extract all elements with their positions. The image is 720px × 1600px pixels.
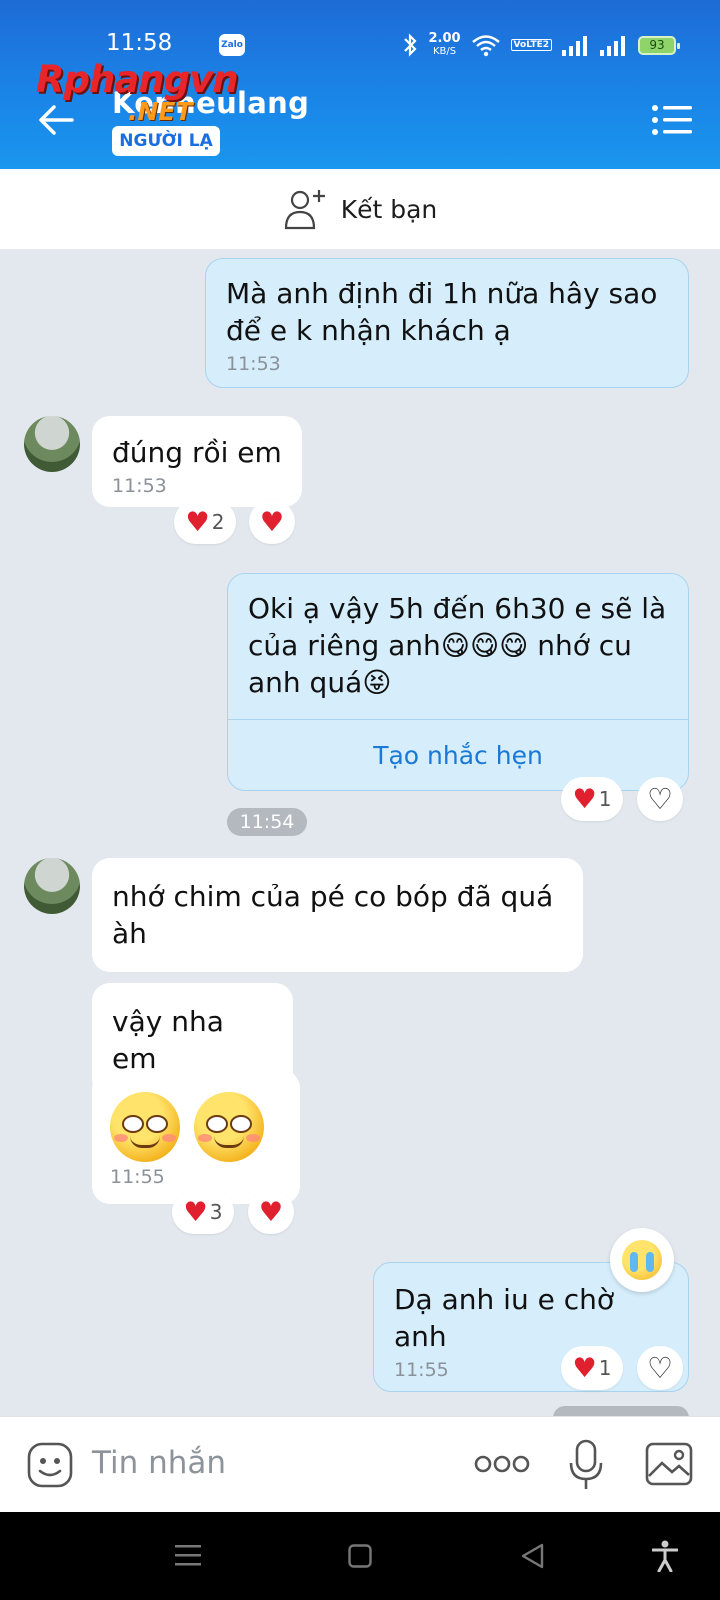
contact-avatar[interactable]: [24, 858, 80, 914]
react-button[interactable]: ♥: [249, 500, 295, 544]
heart-icon: ♥: [258, 1196, 284, 1228]
message-time: 11:55: [110, 1166, 165, 1188]
time-divider: 11:54: [227, 808, 307, 836]
menu-list-icon[interactable]: [652, 104, 692, 136]
heart-reaction-icon: ♥: [572, 1352, 597, 1384]
reaction-summary[interactable]: ♥ 1: [561, 1346, 623, 1390]
react-button[interactable]: ♡: [637, 777, 683, 821]
emoji-sticker-icon[interactable]: [26, 1441, 74, 1489]
sticker-emojis: [110, 1092, 282, 1162]
react-button[interactable]: ♥: [248, 1190, 294, 1234]
shy-face-emoji-icon: [110, 1092, 180, 1162]
message-time: 11:53: [226, 353, 281, 375]
status-icons: 2.00 KB/S VoLTE2 93: [402, 30, 680, 60]
wifi-icon: [471, 35, 500, 57]
system-navigation-bar: [0, 1512, 720, 1600]
network-speed: 2.00 KB/S: [428, 31, 461, 57]
message-text: vậy nha em: [112, 1005, 224, 1075]
back-triangle-icon[interactable]: [520, 1543, 544, 1569]
add-friend-button[interactable]: Kết bạn: [0, 169, 720, 249]
signal-icon-2: [600, 36, 625, 56]
zalo-notification-icon: Zalo: [219, 34, 245, 56]
reaction-count: 3: [209, 1200, 223, 1224]
reaction-summary[interactable]: ♥ 1: [561, 777, 623, 821]
message-text: đúng rồi em: [112, 436, 282, 469]
battery-icon: 93: [638, 35, 680, 55]
message-text: nhớ chim của pé co bóp đã quá àh: [112, 880, 554, 950]
message-input-bar: Tin nhắn: [0, 1416, 720, 1512]
create-reminder-button[interactable]: Tạo nhắc hẹn: [227, 719, 689, 791]
reaction-count: 1: [598, 787, 612, 811]
reaction-count: 1: [598, 1356, 612, 1380]
reaction-summary[interactable]: ♥ 2: [174, 500, 236, 544]
heart-reaction-icon: ♥: [183, 1196, 208, 1228]
react-button[interactable]: ♡: [637, 1346, 683, 1390]
microphone-icon[interactable]: [568, 1439, 604, 1491]
reaction-summary[interactable]: ♥ 3: [172, 1190, 234, 1234]
heart-outline-icon: ♡: [647, 781, 673, 816]
reaction-count: 2: [211, 510, 225, 534]
message-time: 11:55: [394, 1359, 449, 1381]
bluetooth-icon: [404, 33, 418, 57]
accessibility-icon[interactable]: [652, 1540, 678, 1572]
recent-apps-icon[interactable]: [175, 1544, 201, 1568]
contact-avatar[interactable]: [24, 416, 80, 472]
heart-reaction-icon: ♥: [185, 506, 210, 538]
back-arrow-icon[interactable]: [36, 100, 76, 140]
message-time: 11:53: [112, 475, 167, 497]
crying-reaction-button[interactable]: [610, 1228, 674, 1292]
message-bubble-received[interactable]: nhớ chim của pé co bóp đã quá àh: [92, 858, 583, 972]
chat-header: 11:58 Zalo 2.00 KB/S VoLTE2 93 Kenheulan…: [0, 0, 720, 169]
watermark-logo: Rphangvn: [36, 58, 239, 101]
home-icon[interactable]: [348, 1544, 372, 1568]
heart-reaction-icon: ♥: [572, 783, 597, 815]
status-time: 11:58: [106, 30, 173, 56]
add-friend-icon: [284, 190, 325, 230]
more-options-icon[interactable]: [474, 1453, 530, 1475]
watermark-logo-suffix: .NET: [128, 97, 193, 126]
heart-icon: ♥: [259, 506, 285, 538]
sticker-message[interactable]: 11:55: [92, 1070, 300, 1204]
image-gallery-icon[interactable]: [644, 1441, 694, 1487]
signal-icon-1: [562, 36, 587, 56]
message-text: Dạ anh iu e chờ anh: [394, 1283, 614, 1353]
stranger-badge: NGƯỜI LẠ: [112, 126, 220, 156]
heart-outline-icon: ♡: [647, 1350, 673, 1385]
message-bubble-sent[interactable]: Mà anh định đi 1h nữa hây sao để e k nhậ…: [205, 258, 689, 388]
message-input[interactable]: Tin nhắn: [92, 1445, 226, 1481]
message-text: Oki ạ vậy 5h đến 6h30 e sẽ là của riêng …: [248, 592, 667, 699]
shy-face-emoji-icon: [194, 1092, 264, 1162]
crying-face-icon: [622, 1240, 662, 1280]
volte-indicator: VoLTE2: [510, 39, 552, 51]
message-text: Mà anh định đi 1h nữa hây sao để e k nhậ…: [226, 277, 658, 347]
add-friend-label: Kết bạn: [340, 194, 438, 224]
message-bubble-received[interactable]: đúng rồi em 11:53: [92, 416, 302, 507]
